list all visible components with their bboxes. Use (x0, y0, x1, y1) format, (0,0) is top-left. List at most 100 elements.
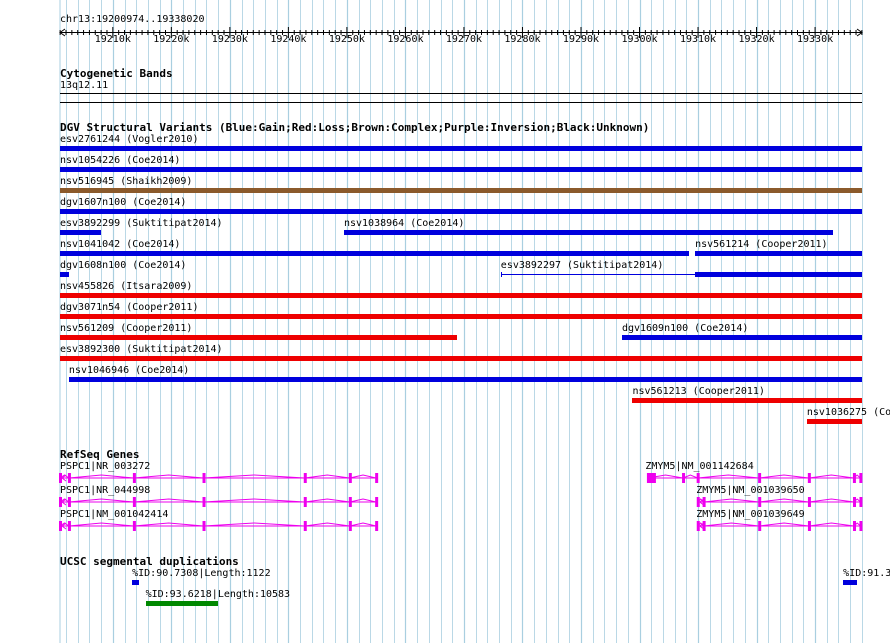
gene-exon (132, 521, 136, 531)
gene-exon (303, 473, 307, 483)
gene-exon (682, 473, 686, 483)
dgv-feature-bar[interactable] (343, 230, 833, 235)
gene-exon (202, 497, 206, 507)
gene-exon (758, 521, 762, 531)
dgv-feature-label: nsv1046946 (Coe2014) (68, 365, 190, 376)
dgv-feature-label: nsv561213 (Cooper2011) (632, 386, 765, 397)
segdup-track-title: UCSC segmental duplications (60, 555, 239, 568)
gene-model[interactable] (58, 518, 382, 534)
dgv-feature-label: nsv1041042 (Coe2014) (60, 239, 181, 250)
dgv-feature-bar[interactable] (695, 272, 862, 277)
cytoband-label: 13q12.11 (60, 80, 109, 91)
dgv-feature-label: dgv1607n100 (Coe2014) (60, 197, 187, 208)
ruler-tick-label: 19280k (504, 34, 541, 45)
gene-exon (348, 497, 352, 507)
ruler-tick-label: 19210k (94, 34, 131, 45)
dgv-feature-label: nsv455826 (Itsara2009) (60, 281, 193, 292)
ruler-tick-label: 19240k (270, 34, 307, 45)
dgv-feature-bar[interactable] (60, 251, 690, 256)
gene-exon (647, 473, 657, 483)
cytoband-track-title: Cytogenetic Bands (60, 67, 173, 80)
gene-exon (702, 521, 706, 531)
gene-exon (132, 473, 136, 483)
gene-model[interactable] (58, 470, 382, 486)
dgv-feature-label: esv3892299 (Suktitipat2014) (60, 218, 223, 229)
gene-exon (853, 521, 857, 531)
gene-exon (202, 473, 206, 483)
ruler-tick-label: 19260k (387, 34, 424, 45)
gene-exon (859, 497, 863, 507)
gene-exon (808, 497, 812, 507)
dgv-feature-bar[interactable] (806, 419, 862, 424)
dgv-feature-bar[interactable] (60, 314, 862, 319)
dgv-feature-label: nsv561214 (Cooper2011) (695, 239, 828, 250)
gene-exon (859, 473, 863, 483)
gene-exon (853, 473, 857, 483)
ruler-tick-label: 19310k (679, 34, 717, 45)
dgv-feature-label: nsv516945 (Shaikh2009) (60, 176, 193, 187)
ruler-tick-label: 19290k (562, 34, 600, 45)
dgv-feature-bar[interactable] (60, 335, 457, 340)
gene-exon (697, 473, 701, 483)
gene-exon (808, 521, 812, 531)
dgv-track-title: DGV Structural Variants (Blue:Gain;Red:L… (60, 121, 650, 134)
gene-exon (375, 521, 379, 531)
gene-exon (375, 473, 379, 483)
dgv-feature-bar[interactable] (60, 230, 102, 235)
dgv-feature-line[interactable] (500, 274, 696, 275)
dgv-feature-bar[interactable] (60, 209, 862, 214)
segdup-bar[interactable] (132, 580, 140, 585)
ruler-tick-label: 19300k (621, 34, 658, 45)
segdup-label: %ID:91.3 (843, 568, 890, 579)
gene-exon (758, 497, 762, 507)
cytoband-line-bottom (60, 102, 862, 103)
gene-exon (758, 473, 762, 483)
gene-model[interactable] (694, 518, 866, 534)
dgv-feature-label: dgv3071n54 (Cooper2011) (60, 302, 199, 313)
gene-exon (348, 473, 352, 483)
dgv-feature-label: esv2761244 (Vogler2010) (60, 134, 199, 145)
dgv-feature-label: dgv1608n100 (Coe2014) (60, 260, 187, 271)
dgv-feature-label: nsv1036275 (Coe (806, 407, 890, 418)
gene-exon (808, 473, 812, 483)
ruler-tick-label: 19250k (328, 34, 365, 45)
refseq-track-title: RefSeq Genes (60, 448, 140, 461)
genome-browser: chr13:19200974..19338020 19210k 19220k 192… (0, 0, 890, 643)
gene-exon (67, 497, 71, 507)
dgv-feature-label: nsv1054226 (Coe2014) (60, 155, 181, 166)
cytoband-line-top (60, 93, 862, 94)
segdup-bar[interactable] (843, 580, 857, 585)
dgv-feature-bar[interactable] (632, 398, 862, 403)
dgv-feature-bar[interactable] (60, 146, 862, 151)
gene-exon (859, 521, 863, 531)
gene-exon (67, 521, 71, 531)
gene-exon (303, 521, 307, 531)
gene-exon (375, 497, 379, 507)
dgv-feature-bar[interactable] (621, 335, 862, 340)
ruler-tick-label: 19320k (738, 34, 775, 45)
dgv-feature-bar[interactable] (60, 188, 862, 193)
ruler-tick-label: 19230k (211, 34, 248, 45)
dgv-feature-bar[interactable] (60, 167, 862, 172)
gene-model[interactable] (58, 494, 382, 510)
segdup-label: %ID:93.6218|Length:10583 (145, 589, 291, 600)
dgv-feature-bar[interactable] (60, 272, 69, 277)
ruler-tick-label: 19220k (153, 34, 190, 45)
gene-exon (202, 521, 206, 531)
dgv-feature-label: dgv1609n100 (Coe2014) (621, 323, 749, 334)
segdup-bar[interactable] (145, 601, 218, 606)
dgv-feature-bar[interactable] (695, 251, 862, 256)
background-grid (59, 0, 863, 643)
gene-exon (853, 497, 857, 507)
gene-model[interactable] (643, 470, 866, 486)
gene-model[interactable] (694, 494, 866, 510)
gene-exon (303, 497, 307, 507)
dgv-feature-bar[interactable] (60, 293, 862, 298)
dgv-feature-tick (500, 272, 502, 277)
dgv-feature-bar[interactable] (68, 377, 862, 382)
segdup-label: %ID:90.7308|Length:1122 (132, 568, 271, 579)
gene-exon (702, 497, 706, 507)
dgv-feature-bar[interactable] (60, 356, 862, 361)
gene-exon (132, 497, 136, 507)
gene-exon (348, 521, 352, 531)
